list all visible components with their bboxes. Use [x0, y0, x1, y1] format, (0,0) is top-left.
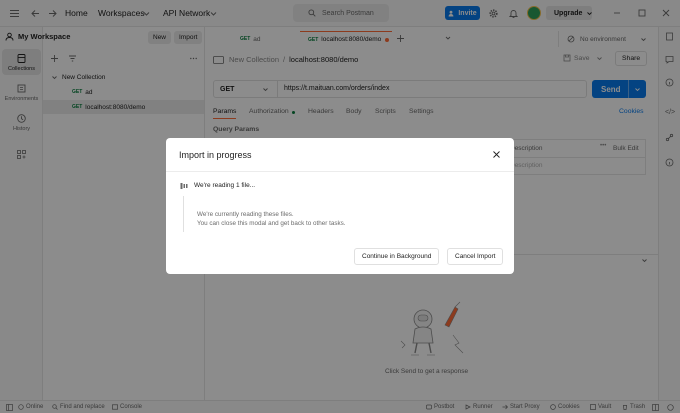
modal-divider — [166, 171, 514, 172]
modal-description: We're currently reading these files. — [197, 211, 294, 218]
progress-connector — [183, 196, 184, 232]
continue-in-background-button[interactable]: Continue in Background — [354, 248, 440, 265]
close-icon[interactable] — [492, 150, 501, 159]
reading-status: We're reading 1 file... — [194, 182, 256, 189]
modal-title: Import in progress — [179, 150, 252, 160]
modal-description: You can close this modal and get back to… — [197, 220, 346, 227]
cancel-import-button[interactable]: Cancel Import — [447, 248, 504, 265]
import-modal: Import in progress We're reading 1 file.… — [166, 138, 514, 274]
file-icon — [180, 182, 189, 190]
